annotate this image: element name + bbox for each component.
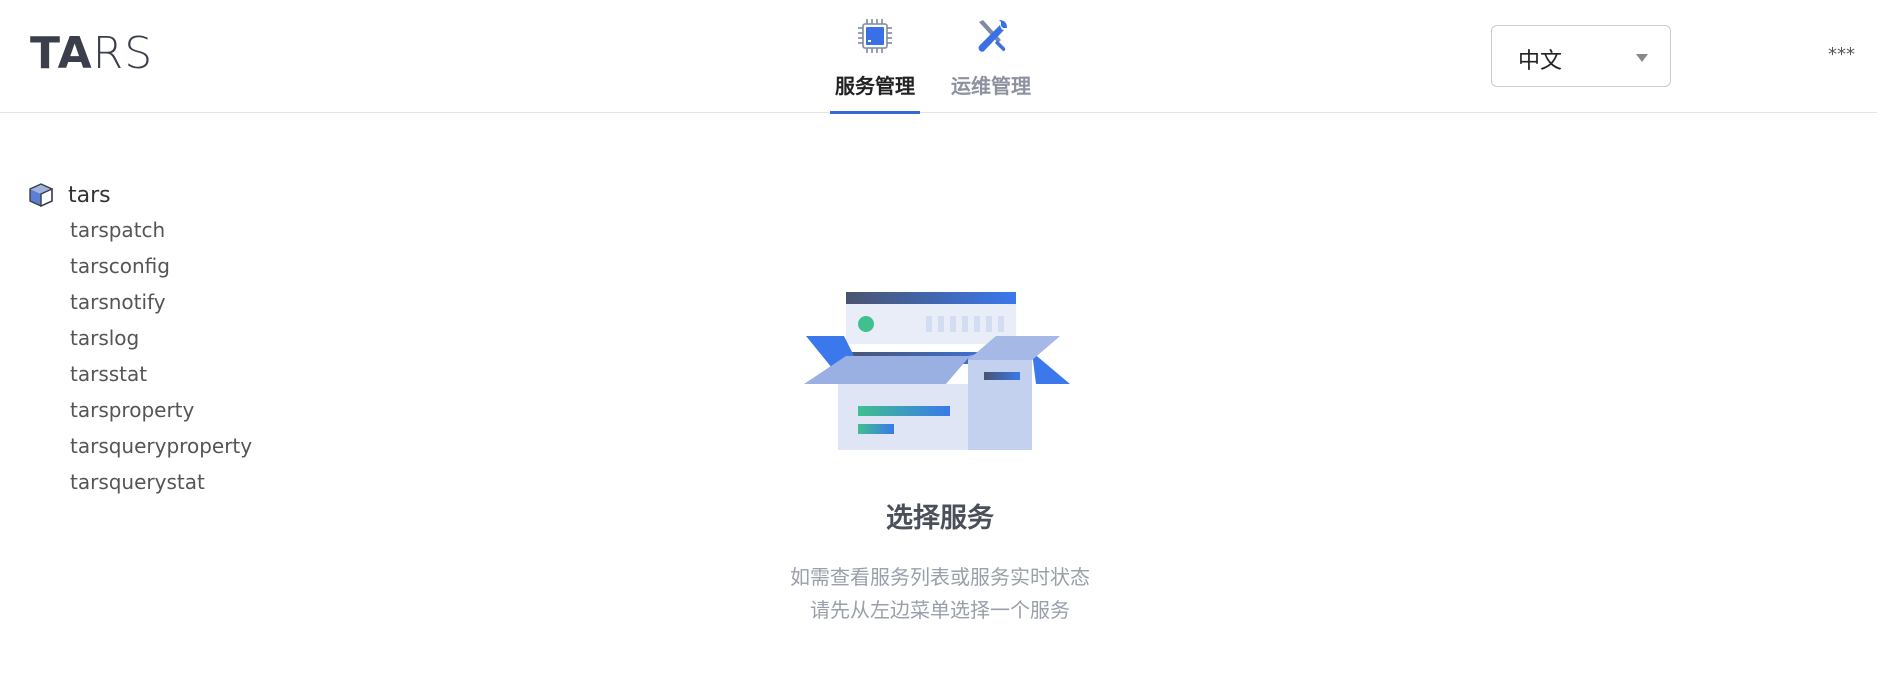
tab-ops-management-label: 运维管理 <box>951 74 1031 98</box>
chevron-down-icon <box>1636 54 1648 62</box>
top-header: TARS 服务管理 运维管理 中文 *** <box>0 0 1877 114</box>
empty-state-desc-line-1: 如需查看服务列表或服务实时状态 <box>790 565 1090 589</box>
logo-thin-part: RS <box>92 28 154 79</box>
tree-item-tarsstat[interactable]: tarsstat <box>70 356 252 392</box>
cube-icon <box>29 183 53 208</box>
language-select[interactable]: 中文 <box>1491 25 1671 87</box>
tree-item-tarspatch[interactable]: tarspatch <box>70 212 252 248</box>
open-box-illustration <box>804 292 1070 450</box>
language-select-value: 中文 <box>1518 49 1563 74</box>
tools-icon <box>978 20 1007 52</box>
tab-service-management-label: 服务管理 <box>835 74 915 98</box>
service-tree: tars tarspatch tarsconfig tarsnotify tar… <box>28 178 252 500</box>
user-menu[interactable]: *** <box>1828 44 1855 65</box>
active-tab-indicator <box>830 111 920 114</box>
tree-item-tarslog[interactable]: tarslog <box>70 320 252 356</box>
tree-root-label: tars <box>68 182 111 208</box>
empty-state-desc-line-2: 请先从左边菜单选择一个服务 <box>810 598 1070 622</box>
empty-state-description: 如需查看服务列表或服务实时状态 请先从左边菜单选择一个服务 <box>740 561 1140 627</box>
tab-service-management[interactable]: 服务管理 <box>830 10 920 114</box>
empty-state-title: 选择服务 <box>886 503 994 534</box>
tree-item-tarsnotify[interactable]: tarsnotify <box>70 284 252 320</box>
tree-root-tars[interactable]: tars <box>28 178 252 212</box>
tree-item-tarsproperty[interactable]: tarsproperty <box>70 392 252 428</box>
logo-bold-part: TA <box>30 28 93 79</box>
chip-icon <box>858 19 892 53</box>
tree-item-tarsqueryproperty[interactable]: tarsqueryproperty <box>70 428 252 464</box>
tars-logo[interactable]: TARS <box>30 26 153 82</box>
tab-ops-management[interactable]: 运维管理 <box>946 10 1036 113</box>
tree-children: tarspatch tarsconfig tarsnotify tarslog … <box>28 212 252 500</box>
tree-item-tarsconfig[interactable]: tarsconfig <box>70 248 252 284</box>
tree-item-tarsquerystat[interactable]: tarsquerystat <box>70 464 252 500</box>
empty-state: 选择服务 如需查看服务列表或服务实时状态 请先从左边菜单选择一个服务 <box>740 280 1140 627</box>
